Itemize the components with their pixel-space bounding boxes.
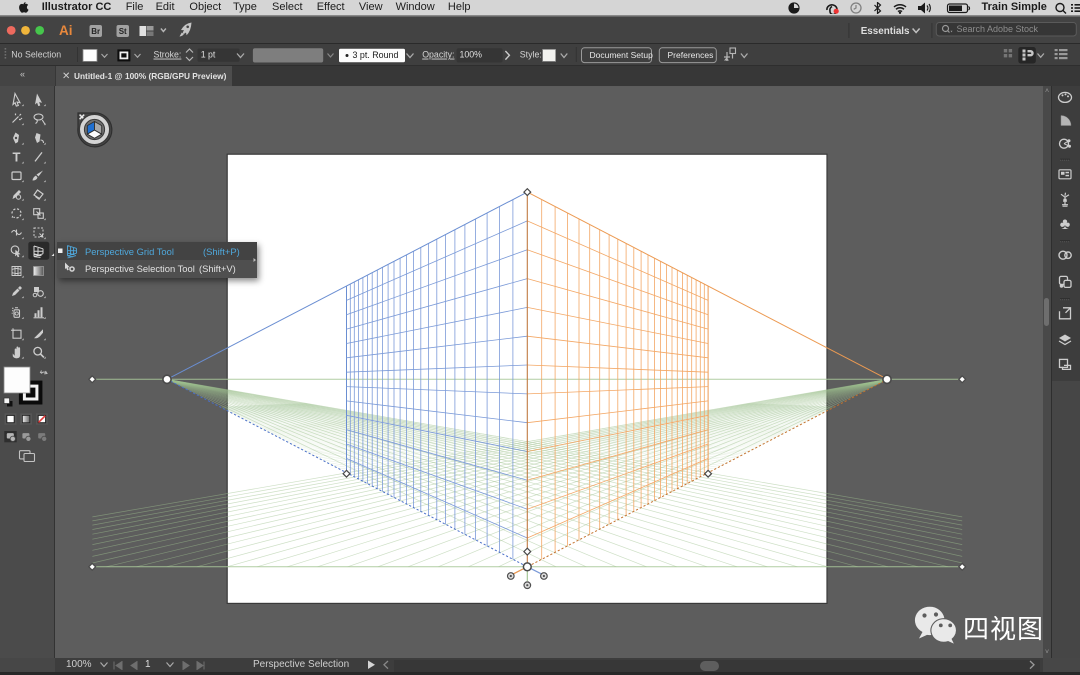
svg-text:♣: ♣ [1059,216,1070,233]
svg-text:T: T [13,150,21,165]
